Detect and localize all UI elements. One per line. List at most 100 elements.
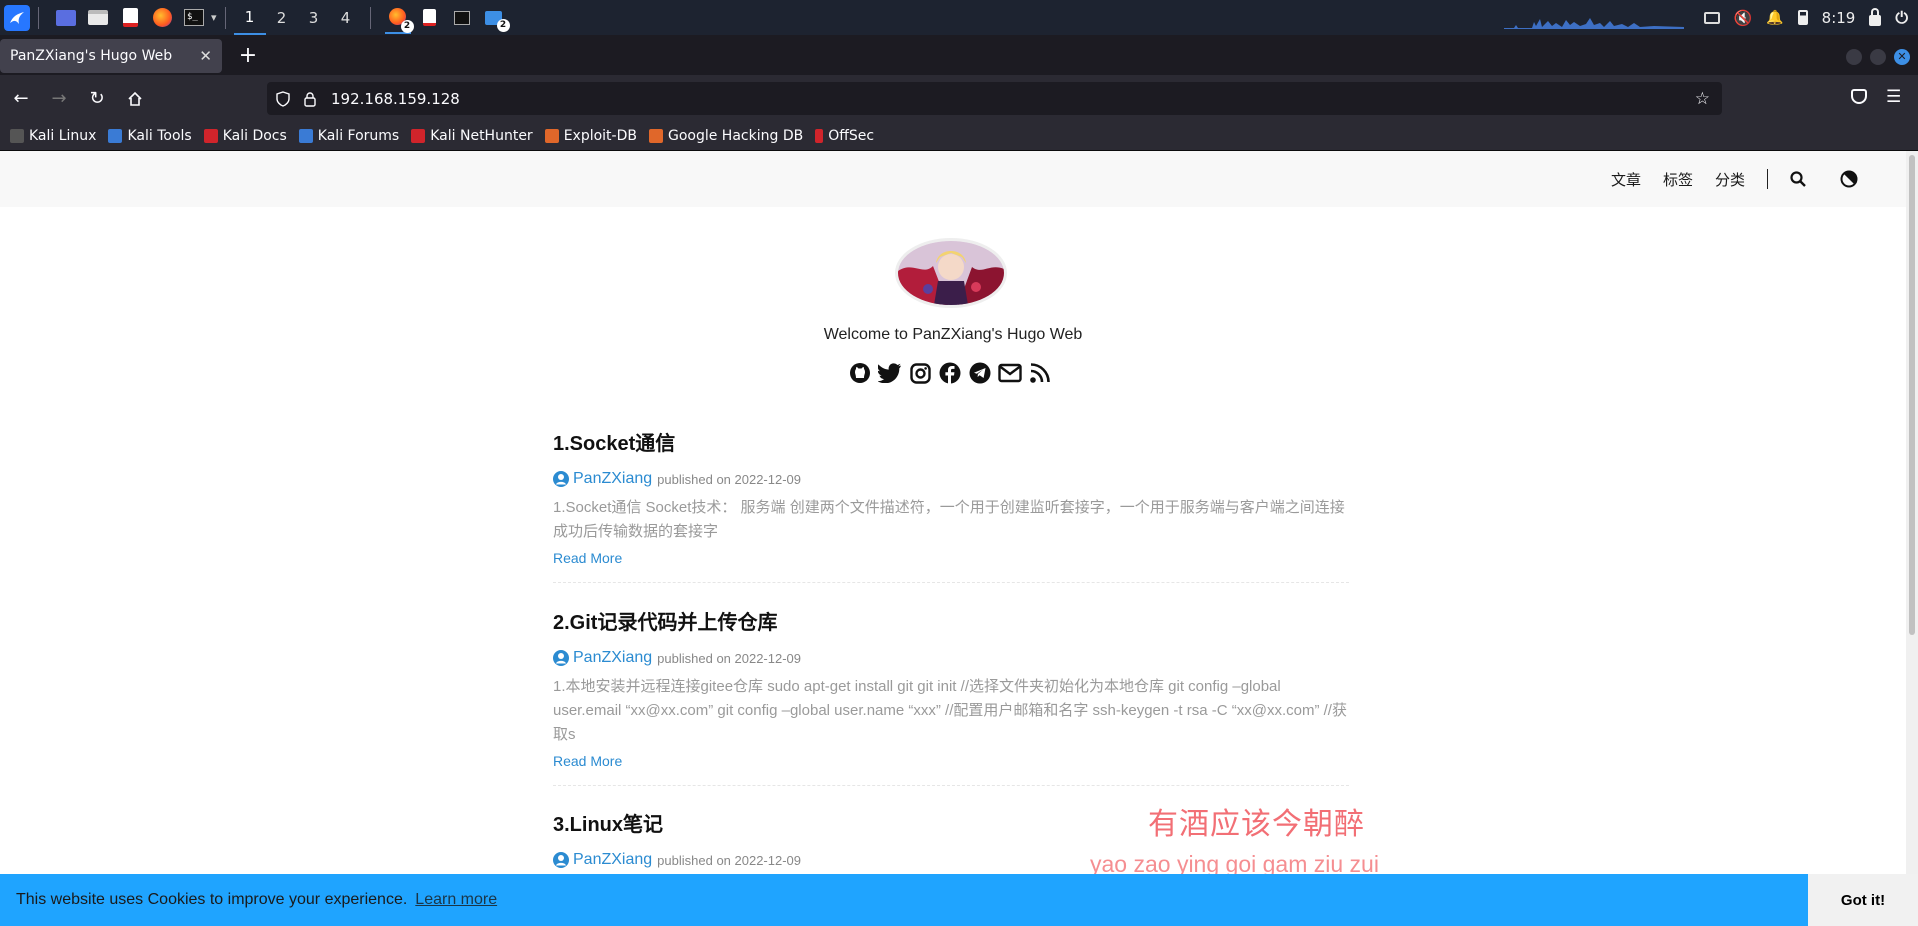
cookie-learn-more-link[interactable]: Learn more bbox=[415, 891, 497, 909]
bookmarks-toolbar: Kali Linux Kali Tools Kali Docs Kali For… bbox=[0, 122, 1918, 151]
post-title[interactable]: 2.Git记录代码并上传仓库 bbox=[553, 606, 1349, 635]
kali-icon bbox=[10, 129, 24, 143]
avatar bbox=[898, 241, 1004, 305]
twitter-icon[interactable] bbox=[878, 361, 902, 385]
clock[interactable]: 8:19 bbox=[1822, 9, 1856, 27]
post-author[interactable]: PanZXiang bbox=[573, 649, 652, 667]
bookmark-kali-nethunter[interactable]: Kali NetHunter bbox=[411, 128, 533, 144]
logout-icon[interactable]: ⏻ bbox=[1895, 8, 1908, 28]
pocket-icon[interactable] bbox=[1851, 89, 1867, 104]
file-manager-icon[interactable] bbox=[85, 5, 111, 31]
post-title[interactable]: 1.Socket通信 bbox=[553, 427, 1349, 456]
kali-tools-icon bbox=[108, 129, 123, 143]
bookmark-kali-tools[interactable]: Kali Tools bbox=[108, 128, 192, 144]
poem-line: 有酒应该今朝醉 bbox=[1148, 807, 1365, 842]
window-count-badge: 2 bbox=[496, 18, 510, 32]
offsec-icon bbox=[815, 129, 824, 143]
battery-icon[interactable] bbox=[1797, 10, 1808, 25]
forward-button[interactable]: → bbox=[42, 82, 76, 116]
editor-window-icon[interactable] bbox=[417, 5, 443, 31]
browser-tab-bar: PanZXiang's Hugo Web ✕ + ✕ bbox=[0, 35, 1918, 75]
post-author[interactable]: PanZXiang bbox=[573, 470, 652, 488]
social-links bbox=[848, 361, 1052, 385]
terminal-window-icon[interactable] bbox=[449, 5, 475, 31]
close-window-button[interactable]: ✕ bbox=[1894, 49, 1910, 65]
user-icon bbox=[553, 650, 569, 666]
read-more-link[interactable]: Read More bbox=[553, 550, 1349, 566]
firefox-icon[interactable] bbox=[149, 5, 175, 31]
post-item: 2.Git记录代码并上传仓库 PanZXiang published on 20… bbox=[553, 606, 1349, 769]
terminal-icon[interactable]: $_ bbox=[181, 5, 207, 31]
bookmark-kali-forums[interactable]: Kali Forums bbox=[298, 128, 399, 144]
tab-close-icon[interactable]: ✕ bbox=[199, 47, 212, 65]
menu-posts[interactable]: 文章 bbox=[1611, 169, 1641, 190]
menu-divider bbox=[1767, 169, 1768, 189]
folder-window-icon[interactable]: 2 bbox=[481, 5, 510, 32]
facebook-icon[interactable] bbox=[938, 361, 962, 385]
cookie-message: This website uses Cookies to improve you… bbox=[16, 891, 408, 908]
chevron-down-icon[interactable]: ▾ bbox=[211, 11, 217, 24]
minimize-window-button[interactable] bbox=[1846, 49, 1862, 65]
menu-categories[interactable]: 分类 bbox=[1715, 169, 1745, 190]
rss-icon[interactable] bbox=[1028, 361, 1052, 385]
scrollbar-thumb[interactable] bbox=[1909, 155, 1915, 635]
workspace-2[interactable]: 2 bbox=[266, 0, 298, 35]
post-divider bbox=[553, 582, 1349, 583]
volume-muted-icon[interactable]: 🔇 bbox=[1734, 9, 1753, 27]
post-meta: PanZXiang published on 2022-12-09 bbox=[553, 470, 1349, 488]
bookmark-star-icon[interactable]: ☆ bbox=[1695, 89, 1710, 109]
notification-bell-icon[interactable]: 🔔 bbox=[1766, 10, 1783, 26]
post-date: published on 2022-12-09 bbox=[657, 471, 802, 487]
bookmark-kali-linux[interactable]: Kali Linux bbox=[10, 128, 96, 144]
exploit-db-icon bbox=[544, 129, 559, 143]
home-icon bbox=[128, 91, 142, 106]
system-taskbar: $_ ▾ 1 2 3 4 2 2 🔇 🔔 8:19 ⏻ bbox=[0, 0, 1918, 35]
show-desktop-icon[interactable] bbox=[53, 5, 79, 31]
bookmark-exploit-db[interactable]: Exploit-DB bbox=[544, 128, 637, 144]
post-summary: 1.Socket通信 Socket技术： 服务端 创建两个文件描述符，一个用于创… bbox=[553, 499, 1345, 540]
cpu-graph-icon bbox=[1503, 17, 1684, 29]
menu-tags[interactable]: 标签 bbox=[1663, 169, 1693, 190]
address-bar[interactable]: 192.168.159.128 ☆ bbox=[267, 82, 1722, 115]
email-icon[interactable] bbox=[998, 361, 1022, 385]
firefox-window-icon[interactable]: 2 bbox=[384, 1, 414, 34]
window-count-badge: 2 bbox=[400, 20, 414, 33]
back-button[interactable]: ← bbox=[4, 82, 38, 116]
lock-screen-icon[interactable] bbox=[1869, 7, 1882, 26]
app-menu-icon[interactable]: ☰ bbox=[1886, 87, 1901, 107]
site-header: 文章 标签 分类 bbox=[0, 151, 1906, 207]
bookmark-google-hacking-db[interactable]: Google Hacking DB bbox=[648, 128, 803, 144]
maximize-window-button[interactable] bbox=[1870, 49, 1886, 65]
kali-menu-icon[interactable] bbox=[4, 4, 30, 31]
instagram-icon[interactable] bbox=[908, 361, 932, 385]
search-icon[interactable] bbox=[1790, 171, 1806, 187]
cookie-banner: This website uses Cookies to improve you… bbox=[0, 874, 1918, 926]
web-page: 文章 标签 分类 Welcome to PanZXiang's Hugo Web bbox=[0, 151, 1906, 926]
welcome-text: Welcome to PanZXiang's Hugo Web bbox=[823, 326, 1083, 343]
post-item: 1.Socket通信 PanZXiang published on 2022-1… bbox=[553, 427, 1349, 566]
read-more-link[interactable]: Read More bbox=[553, 753, 1349, 769]
home-button[interactable] bbox=[118, 82, 152, 116]
new-tab-button[interactable]: + bbox=[236, 43, 260, 68]
browser-tab[interactable]: PanZXiang's Hugo Web ✕ bbox=[0, 39, 222, 73]
shield-icon[interactable] bbox=[275, 90, 291, 107]
user-icon bbox=[553, 852, 569, 868]
text-editor-icon[interactable] bbox=[117, 5, 143, 31]
cookie-accept-button[interactable]: Got it! bbox=[1808, 874, 1918, 926]
github-icon[interactable] bbox=[848, 361, 872, 385]
telegram-icon[interactable] bbox=[968, 361, 992, 385]
bookmark-kali-docs[interactable]: Kali Docs bbox=[203, 128, 287, 144]
reload-button[interactable]: ↻ bbox=[80, 82, 114, 116]
url-text[interactable]: 192.168.159.128 bbox=[331, 90, 460, 108]
workspace-1[interactable]: 1 bbox=[233, 0, 266, 35]
theme-toggle-icon[interactable] bbox=[1840, 170, 1858, 188]
post-divider bbox=[553, 785, 1349, 786]
bookmark-offsec[interactable]: OffSec bbox=[815, 128, 874, 144]
workspace-4[interactable]: 4 bbox=[330, 0, 362, 35]
display-icon[interactable] bbox=[1703, 11, 1720, 24]
page-info-icon[interactable] bbox=[303, 91, 317, 107]
page-scrollbar[interactable] bbox=[1906, 151, 1918, 926]
workspace-3[interactable]: 3 bbox=[298, 0, 330, 35]
kali-docs-icon bbox=[203, 129, 218, 143]
post-author[interactable]: PanZXiang bbox=[573, 851, 652, 869]
